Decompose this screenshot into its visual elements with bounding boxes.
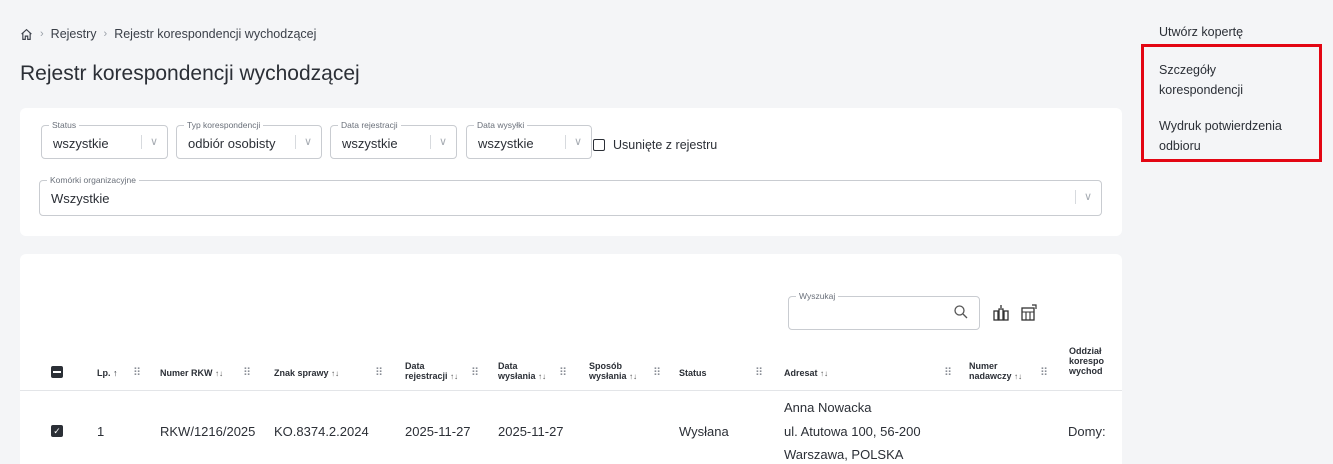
home-icon[interactable] (20, 28, 33, 41)
header-divider (20, 390, 1122, 391)
status-select-label: Status (49, 119, 80, 131)
col-header-send-date[interactable]: Data wysłania ↑↓ (498, 361, 546, 382)
drag-handle-icon[interactable]: ⠿ (653, 366, 661, 379)
chevron-right-icon: › (40, 28, 44, 40)
col-header-method-label-2: wysłania (589, 371, 627, 381)
cell-case: KO.8374.2.2024 (274, 424, 369, 439)
deleted-checkbox-label: Usunięte z rejestru (613, 138, 718, 152)
drag-handle-icon[interactable]: ⠿ (471, 366, 479, 379)
status-select[interactable]: Status wszystkie ∨ (41, 119, 168, 159)
col-header-lp[interactable]: Lp. ↑ (97, 368, 118, 378)
org-units-select[interactable]: Komórki organizacyjne Wszystkie ∨ (39, 174, 1102, 216)
type-select-value: odbiór osobisty (188, 136, 276, 151)
type-select-label: Typ korespondencji (184, 119, 264, 131)
col-header-status-label: Status (679, 368, 707, 378)
cell-addressee-city: Warszawa, POLSKA (784, 447, 904, 462)
page-title: Rejestr korespondencji wychodzącej (20, 62, 360, 85)
chevron-down-icon: ∨ (1074, 190, 1092, 204)
col-header-branch-label-2: korespo (1069, 356, 1105, 366)
reg-date-select-label: Data rejestracji (338, 119, 401, 131)
drag-handle-icon[interactable]: ⠿ (755, 366, 763, 379)
drag-handle-icon[interactable]: ⠿ (1040, 366, 1048, 379)
drag-handle-icon[interactable]: ⠿ (375, 366, 383, 379)
drag-handle-icon[interactable]: ⠿ (944, 366, 952, 379)
org-units-select-label: Komórki organizacyjne (47, 174, 139, 186)
column-chooser-icon[interactable] (992, 304, 1010, 322)
col-header-case[interactable]: Znak sprawy ↑↓ (274, 368, 339, 379)
sort-icon[interactable]: ↑↓ (215, 369, 223, 378)
chevron-down-icon: ∨ (564, 135, 582, 149)
send-date-select-value: wszystkie (478, 136, 534, 151)
col-header-rkw-label: Numer RKW (160, 368, 213, 378)
reg-date-select[interactable]: Data rejestracji wszystkie ∨ (330, 119, 457, 159)
status-select-value: wszystkie (53, 136, 109, 151)
col-header-send-date-label-1: Data (498, 361, 518, 371)
search-input-label: Wyszukaj (796, 290, 839, 302)
create-envelope-link[interactable]: Utwórz kopertę (1159, 22, 1243, 42)
deleted-checkbox[interactable]: Usunięte z rejestru (593, 138, 717, 152)
cell-addressee-street: ul. Atutowa 100, 56-200 (784, 424, 921, 439)
org-units-select-value: Wszystkie (51, 191, 110, 206)
col-header-sender-no-label-1: Numer (969, 361, 998, 371)
col-header-status[interactable]: Status (679, 368, 707, 378)
sort-icon[interactable]: ↑↓ (820, 369, 828, 378)
chevron-down-icon: ∨ (140, 135, 158, 149)
col-header-case-label: Znak sprawy (274, 368, 329, 378)
col-header-reg-date-label-1: Data (405, 361, 425, 371)
send-date-select[interactable]: Data wysyłki wszystkie ∨ (466, 119, 592, 159)
col-header-branch[interactable]: Oddział korespo wychod (1069, 346, 1104, 376)
sort-icon[interactable]: ↑↓ (450, 372, 458, 381)
sort-icon[interactable]: ↑↓ (1014, 372, 1022, 381)
breadcrumb-item-registers[interactable]: Rejestry (51, 27, 97, 41)
search-input[interactable]: Wyszukaj (788, 290, 980, 330)
drag-handle-icon[interactable]: ⠿ (559, 366, 567, 379)
cell-status: Wysłana (679, 424, 729, 439)
breadcrumb: › Rejestry › Rejestr korespondencji wych… (20, 27, 316, 41)
filters-panel: Status wszystkie ∨ Typ korespondencji od… (20, 108, 1122, 236)
sort-icon[interactable]: ↑↓ (538, 372, 546, 381)
drag-handle-icon[interactable]: ⠿ (243, 366, 251, 379)
chevron-down-icon: ∨ (429, 135, 447, 149)
sort-icon[interactable]: ↑↓ (629, 372, 637, 381)
col-header-method[interactable]: Sposób wysłania ↑↓ (589, 361, 637, 382)
cell-branch: Domy: (1068, 424, 1106, 439)
col-header-sender-no[interactable]: Numer nadawczy ↑↓ (969, 361, 1022, 382)
highlight-frame (1141, 44, 1322, 162)
cell-send-date: 2025-11-27 (498, 424, 564, 439)
chevron-right-icon: › (103, 28, 108, 40)
row-checkbox[interactable]: ✓ (51, 425, 63, 437)
reg-date-select-value: wszystkie (342, 136, 398, 151)
breadcrumb-item-current: Rejestr korespondencji wychodzącej (114, 27, 317, 41)
correspondence-table: Wyszukaj Lp. ↑ ⠿ Numer RKW ↑↓ ⠿ Znak spr… (20, 254, 1122, 464)
sort-icon[interactable]: ↑↓ (331, 369, 339, 378)
select-all-checkbox[interactable] (51, 366, 63, 378)
drag-handle-icon[interactable]: ⠿ (133, 366, 141, 379)
chevron-down-icon: ∨ (294, 135, 312, 149)
cell-addressee-name: Anna Nowacka (784, 400, 872, 415)
send-date-select-label: Data wysyłki (474, 119, 528, 131)
col-header-send-date-label-2: wysłania (498, 371, 536, 381)
col-header-lp-label: Lp. ↑ (97, 368, 118, 378)
col-header-branch-label-3: wychod (1069, 366, 1103, 376)
cell-reg-date: 2025-11-27 (405, 424, 471, 439)
col-header-method-label-1: Sposób (589, 361, 622, 371)
search-icon[interactable] (953, 304, 969, 320)
deleted-checkbox-box[interactable] (593, 139, 605, 151)
col-header-branch-label-1: Oddział (1069, 346, 1102, 356)
type-select[interactable]: Typ korespondencji odbiór osobisty ∨ (176, 119, 322, 159)
col-header-reg-date[interactable]: Data rejestracji ↑↓ (405, 361, 458, 382)
col-header-rkw[interactable]: Numer RKW ↑↓ (160, 368, 223, 379)
cell-lp: 1 (97, 424, 105, 439)
col-header-sender-no-label-2: nadawczy (969, 371, 1012, 381)
col-header-addressee-label: Adresat (784, 368, 818, 378)
col-header-reg-date-label-2: rejestracji (405, 371, 448, 381)
col-header-addressee[interactable]: Adresat ↑↓ (784, 368, 828, 379)
export-icon[interactable] (1020, 304, 1038, 322)
cell-rkw: RKW/1216/2025 (160, 424, 256, 439)
